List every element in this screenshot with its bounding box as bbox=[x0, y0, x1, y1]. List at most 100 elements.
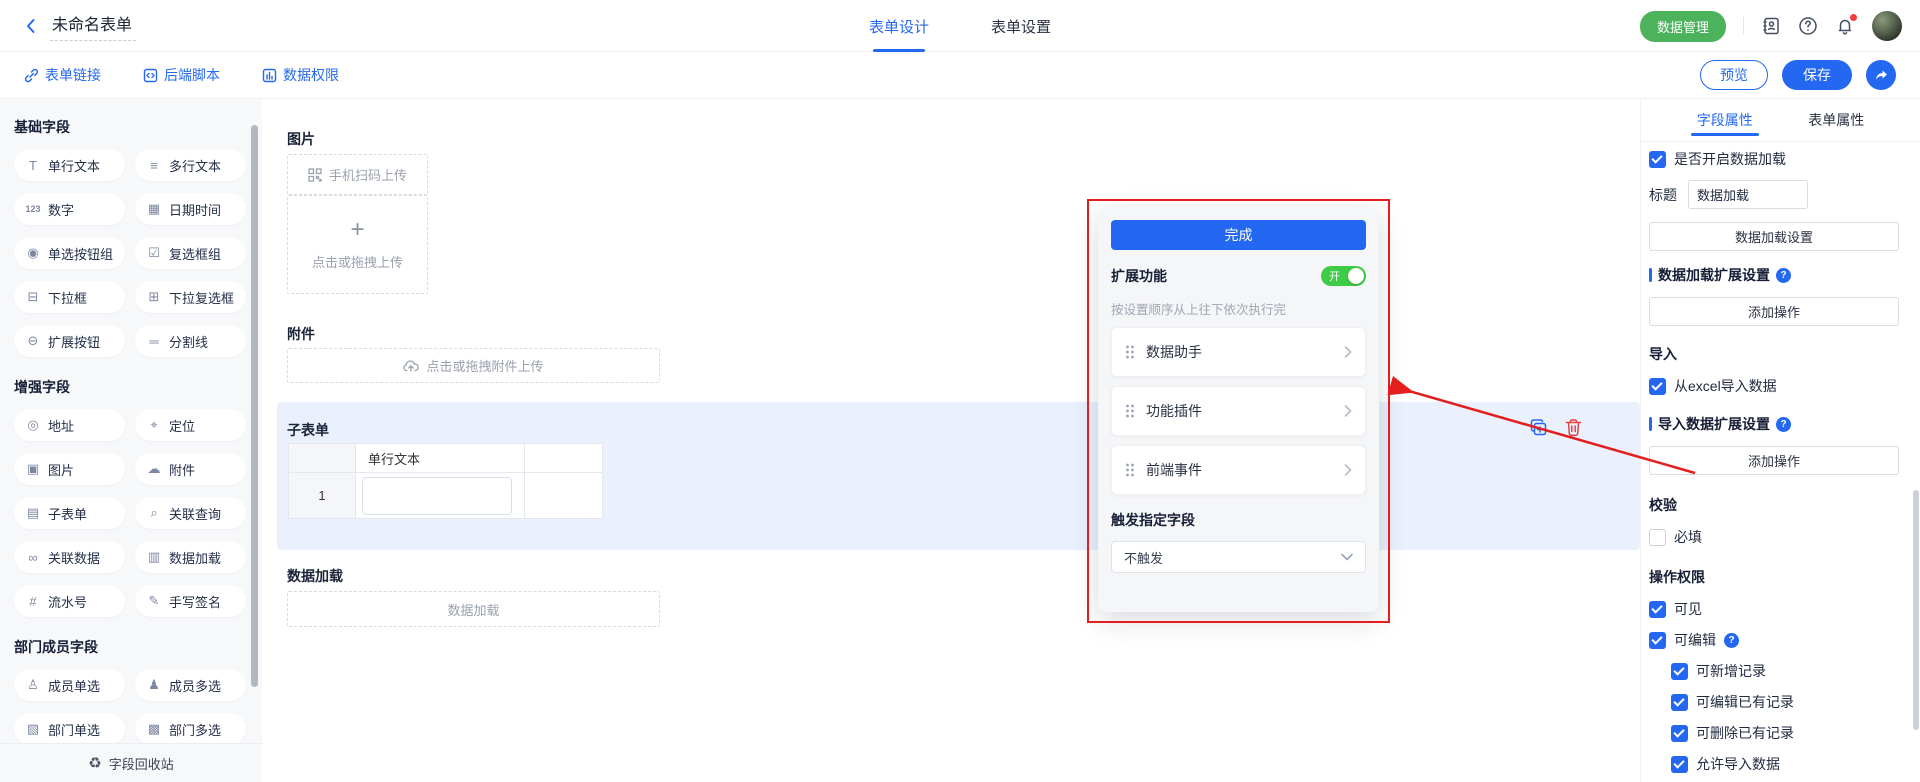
chevron-right-icon bbox=[1344, 346, 1352, 358]
attachment-upload-box[interactable]: 点击或拖拽附件上传 bbox=[287, 348, 660, 383]
image-field-label: 图片 bbox=[287, 129, 315, 149]
required-checkbox[interactable] bbox=[1649, 529, 1666, 546]
field-signature[interactable]: ✎手写签名 bbox=[135, 585, 246, 617]
field-dept-single[interactable]: ▧部门单选 bbox=[14, 713, 125, 745]
back-button[interactable] bbox=[22, 17, 40, 35]
preview-button[interactable]: 预览 bbox=[1700, 60, 1768, 90]
import-excel-checkbox[interactable] bbox=[1649, 378, 1666, 395]
attachment-field-label: 附件 bbox=[287, 324, 315, 344]
field-serial-number[interactable]: #流水号 bbox=[14, 585, 125, 617]
subform-selected-block[interactable]: 子表单 单行文本 1 bbox=[277, 402, 1640, 550]
add-action-button-dataload[interactable]: 添加操作 bbox=[1649, 297, 1899, 326]
field-datetime[interactable]: ▦日期时间 bbox=[135, 193, 246, 225]
done-button[interactable]: 完成 bbox=[1111, 220, 1366, 250]
image-upload-box[interactable]: + 点击或拖拽上传 bbox=[287, 195, 428, 294]
notification-bell-icon[interactable] bbox=[1835, 16, 1855, 36]
field-multi-line-text[interactable]: ≡多行文本 bbox=[135, 149, 246, 181]
can-delete-record-row: 可删除已有记录 bbox=[1671, 723, 1898, 743]
data-manage-button[interactable]: 数据管理 bbox=[1640, 11, 1726, 42]
can-edit-record-checkbox[interactable] bbox=[1671, 694, 1688, 711]
field-multi-select[interactable]: ⊞下拉复选框 bbox=[135, 281, 246, 313]
field-location[interactable]: ⌖定位 bbox=[135, 409, 246, 441]
field-image[interactable]: ▣图片 bbox=[14, 453, 125, 485]
cloud-upload-icon bbox=[403, 359, 419, 372]
subform-corner-cell bbox=[289, 444, 356, 473]
field-number[interactable]: 123数字 bbox=[14, 193, 125, 225]
trigger-field-label: 触发指定字段 bbox=[1111, 510, 1366, 530]
user-avatar[interactable] bbox=[1872, 11, 1902, 41]
card-label: 数据助手 bbox=[1146, 342, 1202, 362]
multi-select-icon: ⊞ bbox=[146, 289, 162, 305]
allow-import-checkbox[interactable] bbox=[1671, 756, 1688, 773]
search-icon: ⌕ bbox=[146, 505, 162, 521]
field-address[interactable]: ◎地址 bbox=[14, 409, 125, 441]
help-circle-icon[interactable]: ? bbox=[1776, 268, 1791, 283]
required-row: 必填 bbox=[1649, 527, 1898, 547]
trigger-select[interactable]: 不触发 bbox=[1111, 541, 1366, 573]
help-circle-icon[interactable]: ? bbox=[1724, 633, 1739, 648]
card-function-plugin[interactable]: 功能插件 bbox=[1111, 386, 1366, 436]
field-extend-button[interactable]: ⊖扩展按钮 bbox=[14, 325, 125, 357]
can-add-record-checkbox[interactable] bbox=[1671, 663, 1688, 680]
address-book-icon[interactable] bbox=[1761, 16, 1781, 36]
section-title-dept-member-fields: 部门成员字段 bbox=[14, 637, 246, 657]
subform-table: 单行文本 1 bbox=[288, 443, 603, 519]
can-delete-record-checkbox[interactable] bbox=[1671, 725, 1688, 742]
copy-field-icon[interactable] bbox=[1529, 418, 1548, 437]
tab-field-properties[interactable]: 字段属性 bbox=[1697, 99, 1753, 142]
field-relation-query[interactable]: ⌕关联查询 bbox=[135, 497, 246, 529]
field-member-single[interactable]: ♙成员单选 bbox=[14, 669, 125, 701]
number-icon: 123 bbox=[25, 204, 41, 214]
card-label: 功能插件 bbox=[1146, 401, 1202, 421]
share-button[interactable] bbox=[1866, 60, 1896, 90]
people-icon: ♟ bbox=[146, 677, 162, 693]
dataload-placeholder-box[interactable]: 数据加载 bbox=[287, 591, 660, 627]
add-action-button-import[interactable]: 添加操作 bbox=[1649, 446, 1899, 475]
field-recycle-bin[interactable]: ♻ 字段回收站 bbox=[0, 743, 262, 782]
card-frontend-event[interactable]: 前端事件 bbox=[1111, 445, 1366, 495]
field-single-line-text[interactable]: T单行文本 bbox=[14, 149, 125, 181]
field-subform[interactable]: ▤子表单 bbox=[14, 497, 125, 529]
tab-form-design[interactable]: 表单设计 bbox=[869, 0, 929, 52]
backend-script-button[interactable]: 后端脚本 bbox=[143, 65, 220, 85]
extend-button-icon: ⊖ bbox=[25, 333, 41, 349]
data-permission-button[interactable]: 数据权限 bbox=[262, 65, 339, 85]
share-arrow-icon bbox=[1874, 68, 1889, 83]
editable-checkbox[interactable] bbox=[1649, 632, 1666, 649]
form-title[interactable]: 未命名表单 bbox=[50, 11, 136, 41]
help-icon[interactable] bbox=[1798, 16, 1818, 36]
field-member-multi[interactable]: ♟成员多选 bbox=[135, 669, 246, 701]
enable-dataload-checkbox[interactable] bbox=[1649, 151, 1666, 168]
visible-label: 可见 bbox=[1674, 599, 1702, 619]
section-title-basic-fields: 基础字段 bbox=[14, 117, 246, 137]
sidebar-scrollbar[interactable] bbox=[251, 125, 258, 687]
field-data-load[interactable]: ▥数据加载 bbox=[135, 541, 246, 573]
dataload-settings-button[interactable]: 数据加载设置 bbox=[1649, 222, 1899, 251]
delete-field-icon[interactable] bbox=[1564, 418, 1583, 437]
field-divider-line[interactable]: ═分割线 bbox=[135, 325, 246, 357]
section-bar bbox=[1649, 268, 1652, 282]
divider-icon: ═ bbox=[146, 334, 162, 349]
visible-checkbox[interactable] bbox=[1649, 601, 1666, 618]
field-radio-group[interactable]: ◉单选按钮组 bbox=[14, 237, 125, 269]
card-data-assistant[interactable]: 数据助手 bbox=[1111, 327, 1366, 377]
field-attachment[interactable]: ☁附件 bbox=[135, 453, 246, 485]
help-circle-icon[interactable]: ? bbox=[1776, 417, 1791, 432]
subform-column-header[interactable]: 单行文本 bbox=[356, 444, 525, 473]
form-link-button[interactable]: 表单链接 bbox=[24, 65, 101, 85]
field-title-input[interactable] bbox=[1688, 180, 1808, 209]
tab-form-properties[interactable]: 表单属性 bbox=[1808, 99, 1864, 142]
panel-scrollbar[interactable] bbox=[1913, 490, 1919, 730]
tab-form-settings[interactable]: 表单设置 bbox=[991, 0, 1051, 52]
subform-text-input[interactable] bbox=[362, 477, 512, 515]
save-button[interactable]: 保存 bbox=[1782, 60, 1852, 90]
extension-toggle[interactable]: 开 bbox=[1321, 266, 1366, 286]
field-select[interactable]: ⊟下拉框 bbox=[14, 281, 125, 313]
select-icon: ⊟ bbox=[25, 289, 41, 305]
divider bbox=[1743, 17, 1744, 35]
scan-upload-box[interactable]: 手机扫码上传 bbox=[287, 154, 428, 195]
subform-icon: ▤ bbox=[25, 505, 41, 521]
field-relation-data[interactable]: ∞关联数据 bbox=[14, 541, 125, 573]
field-checkbox-group[interactable]: ☑复选框组 bbox=[135, 237, 246, 269]
field-dept-multi[interactable]: ▩部门多选 bbox=[135, 713, 246, 745]
